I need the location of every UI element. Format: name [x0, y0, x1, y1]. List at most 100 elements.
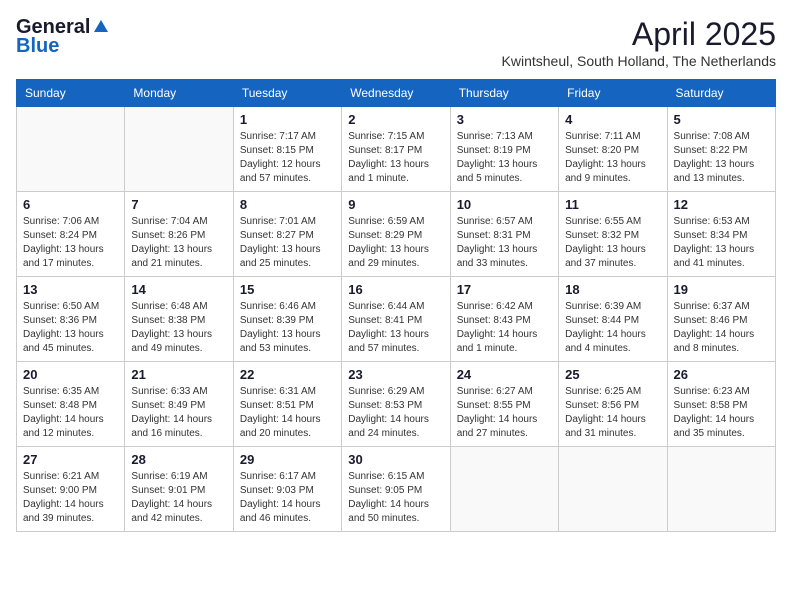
calendar-week-row: 27 Sunrise: 6:21 AMSunset: 9:00 PMDayligh…	[17, 447, 776, 532]
day-info: Sunrise: 6:37 AMSunset: 8:46 PMDaylight:…	[674, 300, 769, 356]
day-number: 21	[131, 367, 226, 382]
calendar-day-cell: 18Sunrise: 6:39 AMSunset: 8:44 PMDayligh…	[559, 277, 667, 362]
month-title: April 2025	[502, 16, 776, 53]
day-info: Sunrise: 6:46 AMSunset: 8:39 PMDaylight:…	[240, 300, 335, 356]
day-number: 17	[457, 282, 552, 297]
logo-icon	[92, 18, 110, 36]
calendar-day-cell: 28 Sunrise: 6:19 AMSunset: 9:01 PMDayligh…	[125, 447, 233, 532]
day-number: 20	[23, 367, 118, 382]
calendar-week-row: 20 Sunrise: 6:35 AMSunset: 8:48 PMDayligh…	[17, 362, 776, 447]
calendar-day-cell: 15 Sunrise: 6:46 AMSunset: 8:39 PMDayligh…	[233, 277, 341, 362]
day-info: Sunrise: 6:15 AMSunset: 9:05 PMDaylight:…	[348, 470, 443, 526]
calendar-day-cell: 27 Sunrise: 6:21 AMSunset: 9:00 PMDayligh…	[17, 447, 125, 532]
day-info: Sunrise: 7:06 AMSunset: 8:24 PMDaylight:…	[23, 215, 118, 271]
logo-blue: Blue	[16, 35, 59, 58]
day-info: Sunrise: 6:39 AMSunset: 8:44 PMDaylight:…	[565, 300, 660, 356]
calendar-day-cell: 17 Sunrise: 6:42 AMSunset: 8:43 PMDayligh…	[450, 277, 558, 362]
day-number: 24	[457, 367, 552, 382]
day-of-week-header: Wednesday	[342, 80, 450, 107]
calendar-day-cell: 2Sunrise: 7:15 AMSunset: 8:17 PMDaylight…	[342, 107, 450, 192]
logo: General Blue	[16, 16, 110, 58]
day-info: Sunrise: 6:48 AMSunset: 8:38 PMDaylight:…	[131, 300, 226, 356]
day-number: 23	[348, 367, 443, 382]
day-info: Sunrise: 7:17 AMSunset: 8:15 PMDaylight:…	[240, 130, 335, 186]
day-info: Sunrise: 7:13 AMSunset: 8:19 PMDaylight:…	[457, 130, 552, 186]
calendar-day-cell: 24 Sunrise: 6:27 AMSunset: 8:55 PMDayligh…	[450, 362, 558, 447]
calendar-day-cell: 19 Sunrise: 6:37 AMSunset: 8:46 PMDayligh…	[667, 277, 775, 362]
day-number: 16	[348, 282, 443, 297]
calendar-day-cell: 7 Sunrise: 7:04 AMSunset: 8:26 PMDaylight…	[125, 192, 233, 277]
title-block: April 2025 Kwintsheul, South Holland, Th…	[502, 16, 776, 69]
calendar-day-cell: 3 Sunrise: 7:13 AMSunset: 8:19 PMDaylight…	[450, 107, 558, 192]
location-subtitle: Kwintsheul, South Holland, The Netherlan…	[502, 53, 776, 69]
day-info: Sunrise: 6:31 AMSunset: 8:51 PMDaylight:…	[240, 385, 335, 441]
calendar-day-cell: 30 Sunrise: 6:15 AMSunset: 9:05 PMDayligh…	[342, 447, 450, 532]
day-of-week-header: Saturday	[667, 80, 775, 107]
day-info: Sunrise: 6:27 AMSunset: 8:55 PMDaylight:…	[457, 385, 552, 441]
calendar-day-cell: 9 Sunrise: 6:59 AMSunset: 8:29 PMDaylight…	[342, 192, 450, 277]
calendar-day-cell: 23 Sunrise: 6:29 AMSunset: 8:53 PMDayligh…	[342, 362, 450, 447]
calendar-day-cell: 29Sunrise: 6:17 AMSunset: 9:03 PMDayligh…	[233, 447, 341, 532]
calendar-day-cell: 25 Sunrise: 6:25 AMSunset: 8:56 PMDayligh…	[559, 362, 667, 447]
day-number: 27	[23, 452, 118, 467]
calendar-day-cell: 6 Sunrise: 7:06 AMSunset: 8:24 PMDaylight…	[17, 192, 125, 277]
day-number: 2	[348, 112, 443, 127]
day-number: 28	[131, 452, 226, 467]
day-number: 9	[348, 197, 443, 212]
calendar-day-cell: 10Sunrise: 6:57 AMSunset: 8:31 PMDayligh…	[450, 192, 558, 277]
day-info: Sunrise: 6:50 AMSunset: 8:36 PMDaylight:…	[23, 300, 118, 356]
day-number: 13	[23, 282, 118, 297]
day-info: Sunrise: 6:25 AMSunset: 8:56 PMDaylight:…	[565, 385, 660, 441]
day-number: 8	[240, 197, 335, 212]
calendar-day-cell	[125, 107, 233, 192]
day-number: 14	[131, 282, 226, 297]
day-of-week-header: Thursday	[450, 80, 558, 107]
calendar-day-cell: 4 Sunrise: 7:11 AMSunset: 8:20 PMDaylight…	[559, 107, 667, 192]
day-number: 6	[23, 197, 118, 212]
day-of-week-header: Sunday	[17, 80, 125, 107]
day-info: Sunrise: 7:11 AMSunset: 8:20 PMDaylight:…	[565, 130, 660, 186]
calendar-week-row: 6 Sunrise: 7:06 AMSunset: 8:24 PMDaylight…	[17, 192, 776, 277]
day-info: Sunrise: 6:21 AMSunset: 9:00 PMDaylight:…	[23, 470, 118, 526]
day-number: 4	[565, 112, 660, 127]
day-info: Sunrise: 7:04 AMSunset: 8:26 PMDaylight:…	[131, 215, 226, 271]
day-number: 30	[348, 452, 443, 467]
day-number: 11	[565, 197, 660, 212]
day-number: 3	[457, 112, 552, 127]
day-info: Sunrise: 6:29 AMSunset: 8:53 PMDaylight:…	[348, 385, 443, 441]
day-of-week-header: Monday	[125, 80, 233, 107]
calendar-day-cell: 14 Sunrise: 6:48 AMSunset: 8:38 PMDayligh…	[125, 277, 233, 362]
calendar-week-row: 13 Sunrise: 6:50 AMSunset: 8:36 PMDayligh…	[17, 277, 776, 362]
calendar-week-row: 1 Sunrise: 7:17 AMSunset: 8:15 PMDaylight…	[17, 107, 776, 192]
day-info: Sunrise: 6:55 AMSunset: 8:32 PMDaylight:…	[565, 215, 660, 271]
calendar-table: SundayMondayTuesdayWednesdayThursdayFrid…	[16, 79, 776, 532]
page-header: General Blue April 2025 Kwintsheul, Sout…	[16, 16, 776, 69]
calendar-day-cell: 1 Sunrise: 7:17 AMSunset: 8:15 PMDaylight…	[233, 107, 341, 192]
calendar-day-cell: 26Sunrise: 6:23 AMSunset: 8:58 PMDayligh…	[667, 362, 775, 447]
day-info: Sunrise: 6:59 AMSunset: 8:29 PMDaylight:…	[348, 215, 443, 271]
calendar-day-cell: 22Sunrise: 6:31 AMSunset: 8:51 PMDayligh…	[233, 362, 341, 447]
day-info: Sunrise: 6:17 AMSunset: 9:03 PMDaylight:…	[240, 470, 335, 526]
day-of-week-header: Tuesday	[233, 80, 341, 107]
day-info: Sunrise: 7:08 AMSunset: 8:22 PMDaylight:…	[674, 130, 769, 186]
day-number: 15	[240, 282, 335, 297]
day-info: Sunrise: 6:35 AMSunset: 8:48 PMDaylight:…	[23, 385, 118, 441]
calendar-day-cell: 5Sunrise: 7:08 AMSunset: 8:22 PMDaylight…	[667, 107, 775, 192]
day-info: Sunrise: 6:57 AMSunset: 8:31 PMDaylight:…	[457, 215, 552, 271]
day-info: Sunrise: 6:19 AMSunset: 9:01 PMDaylight:…	[131, 470, 226, 526]
day-info: Sunrise: 6:53 AMSunset: 8:34 PMDaylight:…	[674, 215, 769, 271]
calendar-day-cell	[17, 107, 125, 192]
day-number: 26	[674, 367, 769, 382]
day-info: Sunrise: 6:44 AMSunset: 8:41 PMDaylight:…	[348, 300, 443, 356]
day-info: Sunrise: 6:33 AMSunset: 8:49 PMDaylight:…	[131, 385, 226, 441]
day-number: 7	[131, 197, 226, 212]
day-of-week-header: Friday	[559, 80, 667, 107]
day-info: Sunrise: 7:01 AMSunset: 8:27 PMDaylight:…	[240, 215, 335, 271]
day-number: 1	[240, 112, 335, 127]
day-number: 12	[674, 197, 769, 212]
calendar-day-cell: 11 Sunrise: 6:55 AMSunset: 8:32 PMDayligh…	[559, 192, 667, 277]
calendar-day-cell: 21 Sunrise: 6:33 AMSunset: 8:49 PMDayligh…	[125, 362, 233, 447]
day-number: 25	[565, 367, 660, 382]
day-info: Sunrise: 6:42 AMSunset: 8:43 PMDaylight:…	[457, 300, 552, 356]
day-number: 19	[674, 282, 769, 297]
